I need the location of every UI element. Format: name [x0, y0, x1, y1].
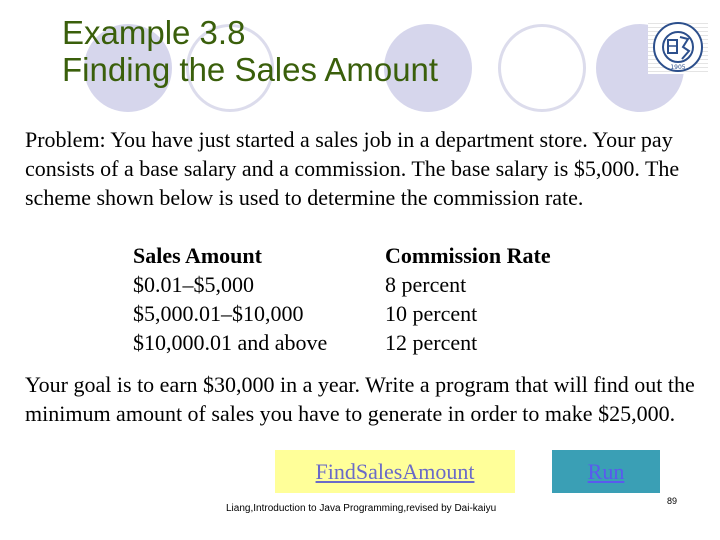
university-logo: 1905	[648, 20, 708, 74]
goal-text: Your goal is to earn $30,000 in a year. …	[25, 372, 695, 426]
header-sales-amount: Sales Amount	[133, 243, 262, 268]
commission-rate-cell: 8 percent	[385, 272, 467, 297]
problem-text: Problem: You have just started a sales j…	[25, 127, 680, 210]
header-commission-rate: Commission Rate	[385, 243, 551, 268]
table-header-row: Sales Amount Commission Rate	[133, 241, 551, 270]
commission-rate-cell: 10 percent	[385, 301, 478, 326]
university-seal-icon: 1905	[653, 22, 703, 72]
sales-amount-cell: $5,000.01–$10,000	[133, 301, 304, 326]
logo-year: 1905	[670, 64, 685, 71]
sales-amount-cell: $10,000.01 and above	[133, 330, 328, 355]
sales-amount-cell: $0.01–$5,000	[133, 272, 254, 297]
table-row: $0.01–$5,000 8 percent	[133, 270, 551, 299]
title-line-2: Finding the Sales Amount	[62, 51, 439, 88]
commission-rate-cell: 12 percent	[385, 330, 478, 355]
table-row: $5,000.01–$10,000 10 percent	[133, 299, 551, 328]
page-number: 89	[667, 496, 678, 506]
slide-title: Example 3.8 Finding the Sales Amount	[62, 14, 438, 88]
find-sales-amount-link[interactable]: FindSalesAmount	[275, 450, 515, 493]
commission-table: Sales Amount Commission Rate $0.01–$5,00…	[133, 241, 551, 357]
table-row: $10,000.01 and above 12 percent	[133, 328, 551, 357]
run-link[interactable]: Run	[552, 450, 660, 493]
decorative-circle-outline	[498, 24, 586, 112]
title-line-1: Example 3.8	[62, 14, 246, 51]
footer-credit: Liang,Introduction to Java Programming,r…	[226, 503, 497, 514]
